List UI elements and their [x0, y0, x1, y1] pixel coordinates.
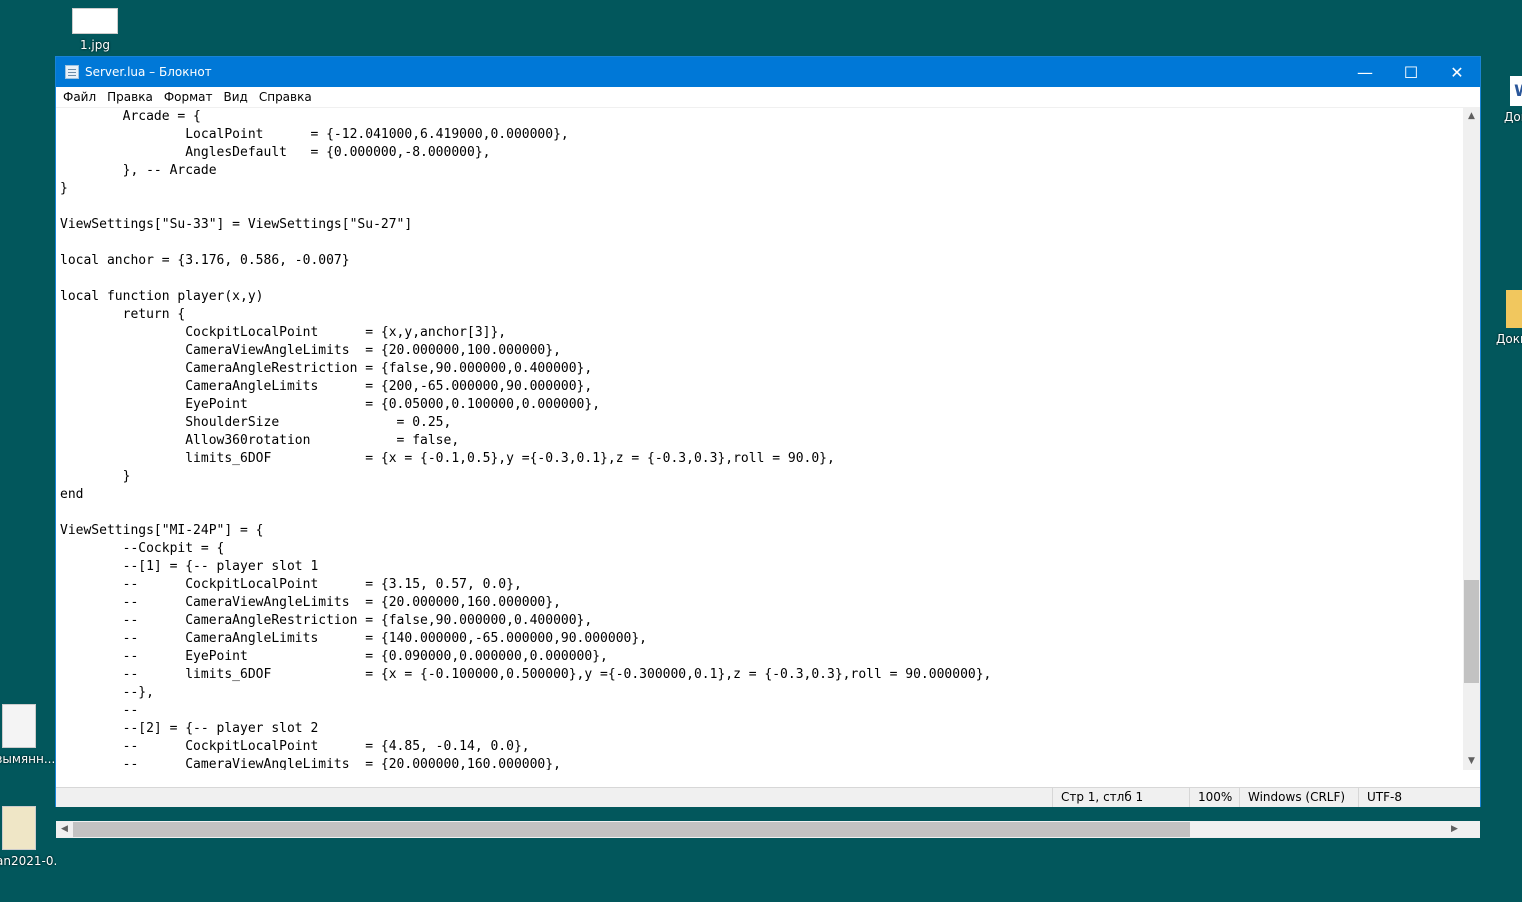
notepad-window: Server.lua – Блокнот — ☐ ✕ Файл Правка Ф… — [55, 56, 1481, 838]
menu-file[interactable]: Файл — [58, 90, 101, 104]
scroll-left-arrow-icon[interactable]: ◀ — [56, 821, 73, 838]
menu-view[interactable]: Вид — [219, 90, 253, 104]
desktop-icon-document-1[interactable]: зымянн... — [0, 704, 56, 766]
editor-text[interactable]: Arcade = { LocalPoint = {-12.041000,6.41… — [56, 108, 1463, 770]
desktop-icon-label: 1.jpg — [79, 38, 111, 52]
text-editor[interactable]: Arcade = { LocalPoint = {-12.041000,6.41… — [56, 108, 1463, 770]
menu-format[interactable]: Формат — [159, 90, 218, 104]
vertical-scrollbar[interactable]: ▲ ▼ — [1463, 108, 1480, 770]
scroll-up-arrow-icon[interactable]: ▲ — [1463, 108, 1480, 125]
status-zoom: 100% — [1189, 788, 1238, 807]
minimize-button[interactable]: — — [1342, 57, 1388, 87]
status-bar: Стр 1, стлб 1 100% Windows (CRLF) UTF-8 — [56, 787, 1480, 807]
editor-area: Arcade = { LocalPoint = {-12.041000,6.41… — [56, 108, 1480, 838]
folder-icon — [1506, 290, 1522, 328]
desktop-icon-label: Доки — [1496, 332, 1522, 346]
menu-bar: Файл Правка Формат Вид Справка — [56, 87, 1480, 108]
status-cursor-position: Стр 1, стлб 1 — [1052, 788, 1183, 807]
status-line-endings: Windows (CRLF) — [1239, 788, 1352, 807]
menu-edit[interactable]: Правка — [102, 90, 158, 104]
word-icon: W — [1510, 76, 1522, 106]
notepad-app-icon — [65, 65, 79, 79]
vertical-scroll-thumb[interactable] — [1464, 580, 1479, 683]
scroll-down-arrow-icon[interactable]: ▼ — [1463, 753, 1480, 770]
desktop-icon-documents-folder[interactable]: Доки — [1494, 290, 1522, 346]
scroll-right-arrow-icon[interactable]: ▶ — [1446, 821, 1463, 838]
image-file-icon — [72, 8, 118, 34]
desktop-icon-label: Док Mic — [1504, 110, 1522, 124]
desktop-icon-1jpg[interactable]: 1.jpg — [66, 8, 124, 52]
status-encoding: UTF-8 — [1358, 788, 1467, 807]
horizontal-scrollbar[interactable]: ◀ ▶ — [56, 821, 1463, 838]
maximize-button[interactable]: ☐ — [1388, 57, 1434, 87]
scrollbar-corner — [1463, 821, 1480, 838]
desktop-icon-document-2[interactable]: an2021-0... — [0, 806, 56, 868]
horizontal-scroll-thumb[interactable] — [73, 822, 1190, 837]
window-title: Server.lua – Блокнот — [85, 65, 212, 79]
title-bar[interactable]: Server.lua – Блокнот — ☐ ✕ — [56, 57, 1480, 87]
desktop-icon-label: зымянн... — [0, 752, 56, 766]
menu-help[interactable]: Справка — [254, 90, 317, 104]
desktop-icon-label: an2021-0... — [0, 854, 56, 868]
desktop-icon-word-document[interactable]: W Док Mic — [1498, 76, 1522, 125]
document-thumbnail-icon — [2, 704, 36, 748]
close-button[interactable]: ✕ — [1434, 57, 1480, 87]
desktop: 1.jpg зымянн... an2021-0... W Док Mic До… — [0, 0, 1522, 902]
document-thumbnail-icon — [2, 806, 36, 850]
